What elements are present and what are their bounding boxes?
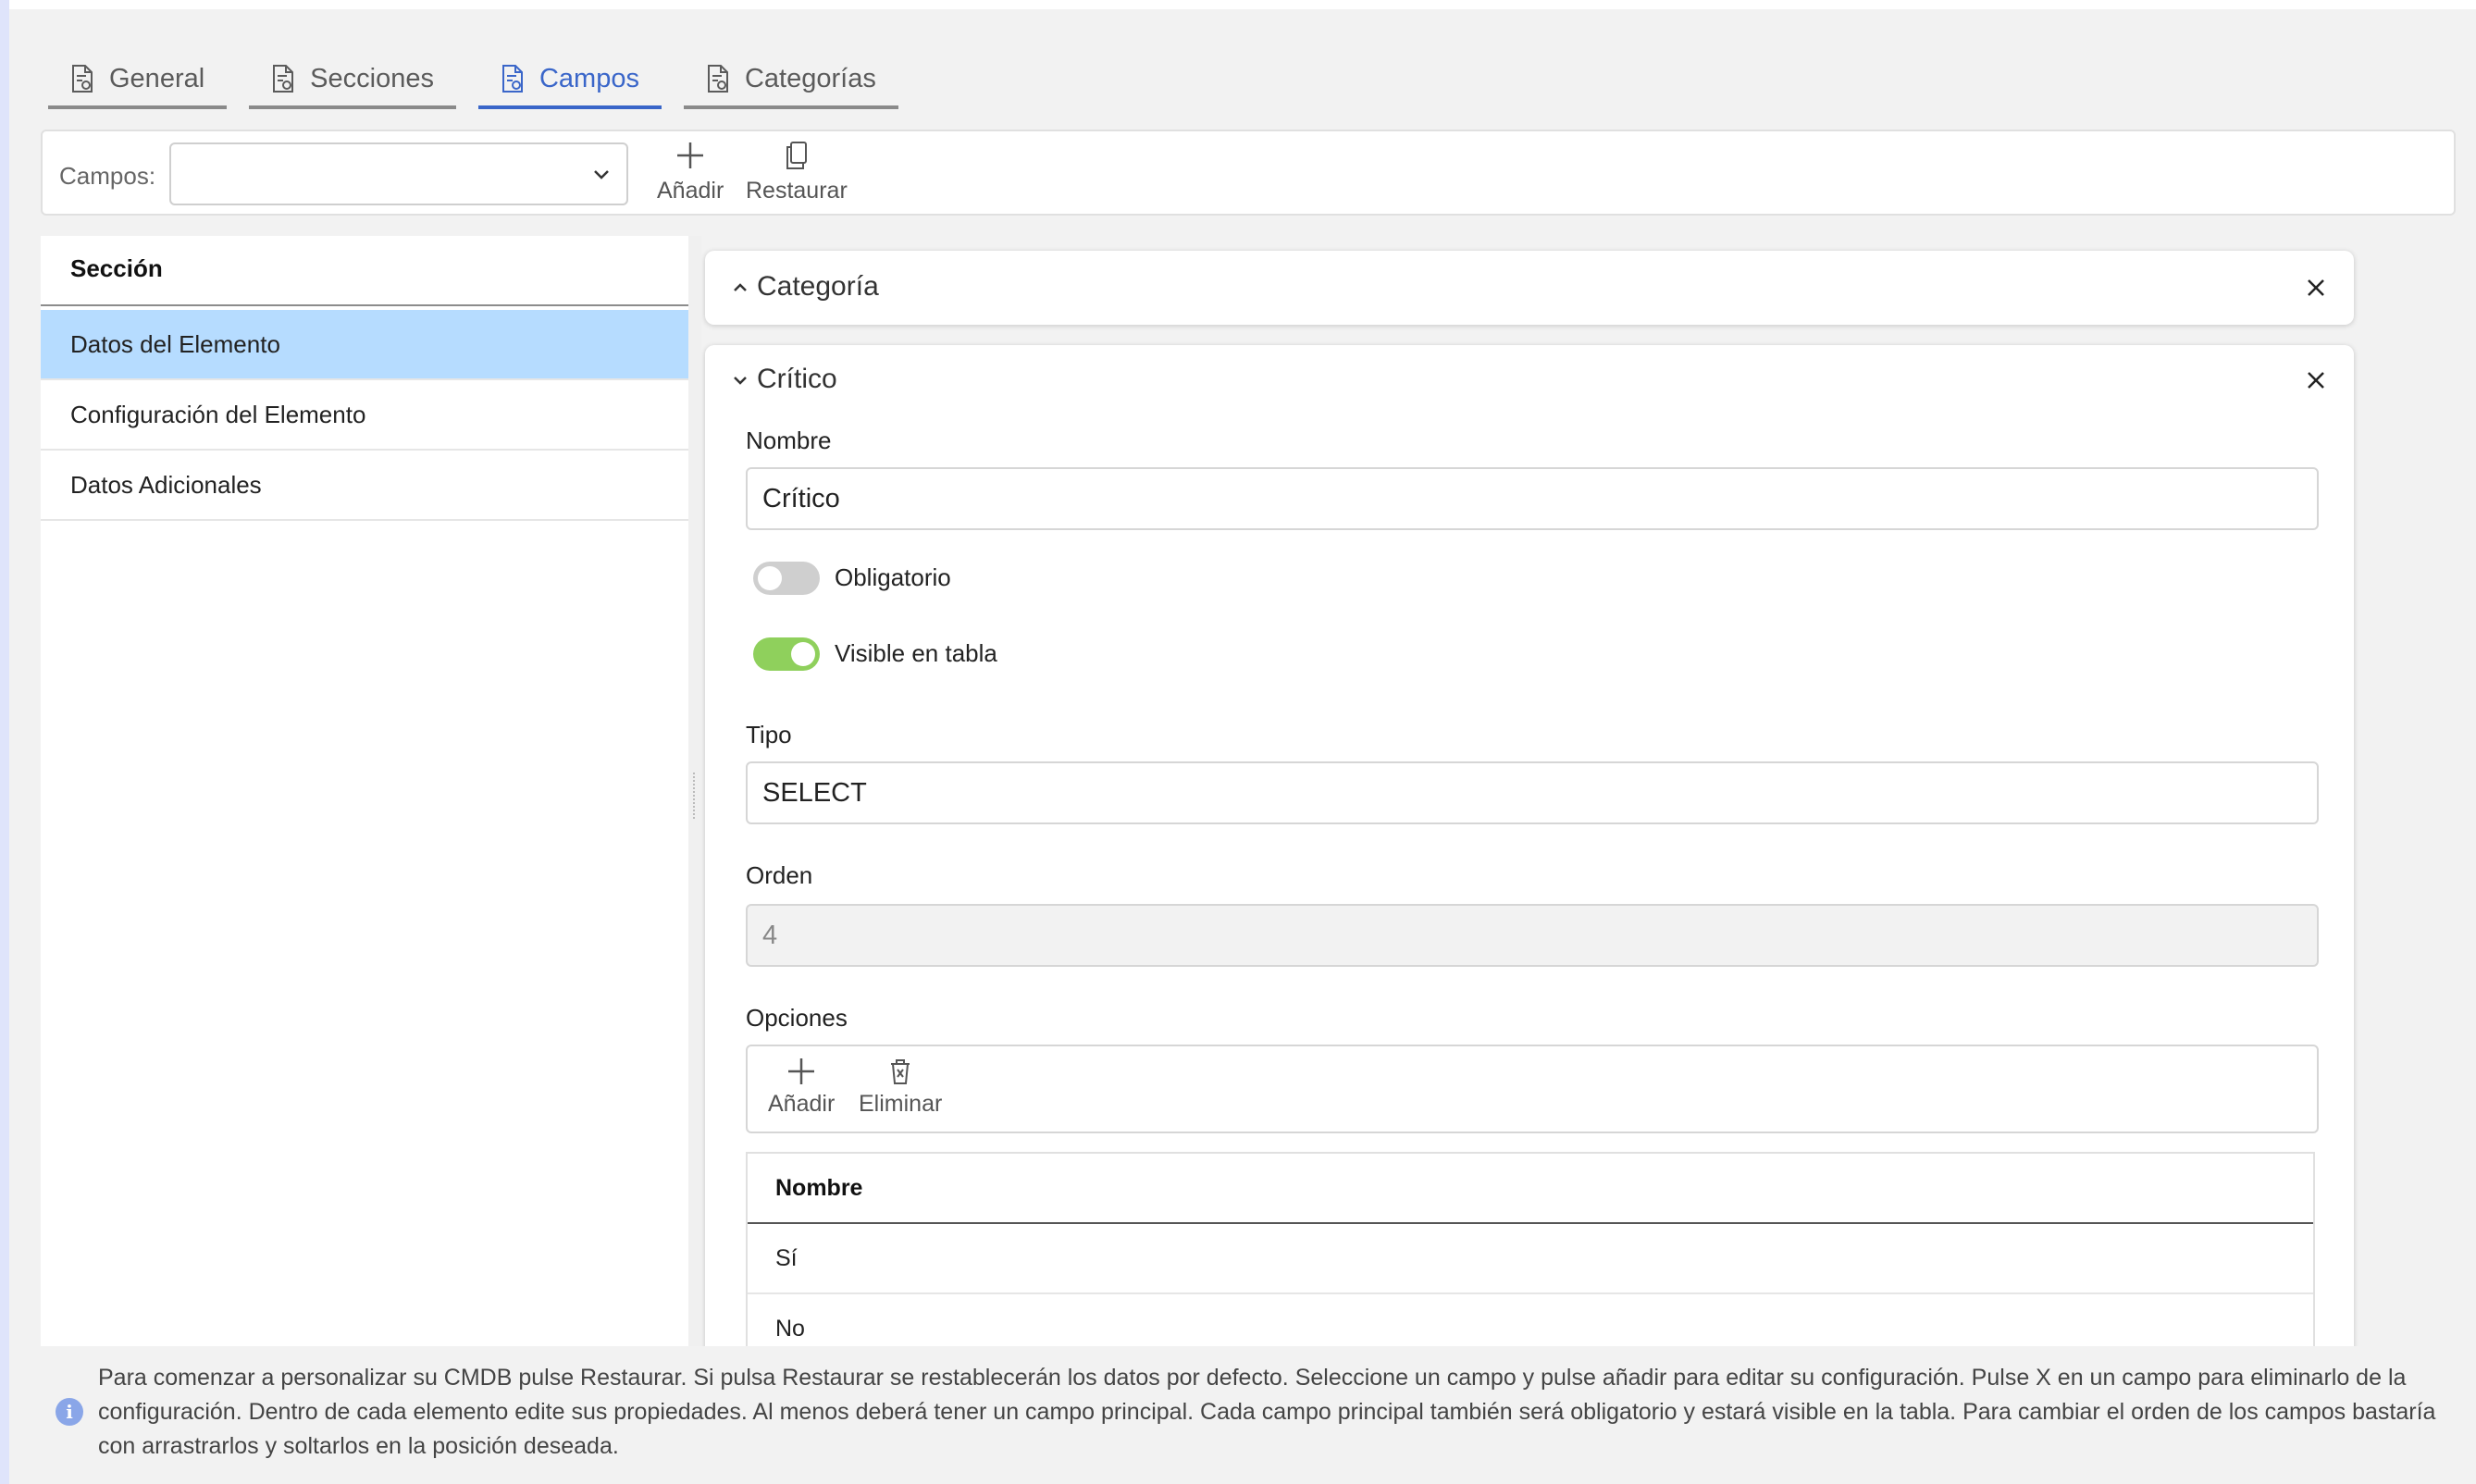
tab-label: Secciones bbox=[310, 63, 434, 93]
close-icon[interactable] bbox=[2304, 276, 2328, 300]
field-card-title[interactable]: Crítico bbox=[757, 364, 837, 395]
tipo-label: Tipo bbox=[746, 721, 792, 748]
top-strip bbox=[9, 0, 2476, 9]
campos-label: Campos: bbox=[59, 162, 156, 190]
info-text: Para comenzar a personalizar su CMDB pul… bbox=[98, 1365, 2436, 1459]
tab-label: General bbox=[109, 63, 205, 93]
nombre-input[interactable]: Crítico bbox=[746, 467, 2319, 530]
panel-splitter[interactable] bbox=[688, 236, 701, 1346]
tab-label: Categorías bbox=[744, 63, 876, 93]
obligatorio-toggle[interactable] bbox=[753, 562, 820, 595]
opciones-label: Opciones bbox=[746, 1004, 848, 1032]
document-settings-icon bbox=[271, 64, 295, 93]
tipo-input[interactable]: SELECT bbox=[746, 761, 2319, 824]
visible-en-tabla-toggle[interactable] bbox=[753, 637, 820, 671]
delete-option-label: Eliminar bbox=[859, 1091, 943, 1117]
opciones-table: Nombre Sí No bbox=[746, 1152, 2315, 1346]
info-icon: i bbox=[56, 1398, 83, 1426]
field-card-critico: Crítico Nombre Crítico Obligatorio Visib… bbox=[705, 345, 2354, 1346]
tab-general[interactable]: General bbox=[48, 52, 228, 109]
delete-option-button[interactable]: Eliminar bbox=[859, 1056, 942, 1118]
copy-icon bbox=[786, 142, 807, 169]
restore-button[interactable]: Restaurar bbox=[746, 139, 848, 204]
add-option-label: Añadir bbox=[768, 1091, 836, 1117]
trash-icon bbox=[891, 1059, 910, 1084]
restore-label: Restaurar bbox=[746, 178, 848, 204]
plus-icon bbox=[677, 142, 704, 168]
section-item-datos-adicionales[interactable]: Datos Adicionales bbox=[41, 451, 688, 521]
tab-campos[interactable]: Campos bbox=[477, 52, 662, 109]
chevron-up-icon[interactable] bbox=[729, 277, 751, 299]
toggle-knob bbox=[758, 566, 782, 590]
section-item-configuracion-del-elemento[interactable]: Configuración del Elemento bbox=[41, 380, 688, 451]
tab-label: Campos bbox=[539, 63, 639, 93]
orden-input: 4 bbox=[746, 904, 2319, 967]
nombre-label: Nombre bbox=[746, 427, 832, 454]
tab-bar: General Secciones Campos Categorías bbox=[48, 52, 898, 109]
section-list: Sección Datos del Elemento Configuración… bbox=[41, 236, 688, 1346]
field-card-title[interactable]: Categoría bbox=[757, 271, 879, 303]
field-card-categoria: Categoría bbox=[705, 251, 2354, 325]
chevron-down-icon[interactable] bbox=[729, 369, 751, 391]
orden-label: Orden bbox=[746, 861, 813, 889]
left-accent-bar bbox=[0, 0, 9, 1484]
visible-en-tabla-label: Visible en tabla bbox=[835, 639, 997, 667]
splitter-grip bbox=[693, 773, 696, 819]
section-item-datos-del-elemento[interactable]: Datos del Elemento bbox=[41, 310, 688, 380]
document-settings-icon bbox=[706, 64, 730, 93]
add-label: Añadir bbox=[657, 178, 724, 204]
section-list-header: Sección bbox=[41, 236, 688, 306]
add-field-button[interactable]: Añadir bbox=[657, 139, 724, 204]
table-header-nombre: Nombre bbox=[748, 1154, 2313, 1224]
table-row[interactable]: Sí bbox=[748, 1224, 2313, 1294]
table-row[interactable]: No bbox=[748, 1294, 2313, 1346]
field-editor-area: Categoría Crítico Nombre Crítico Obligat… bbox=[701, 236, 2367, 1346]
plus-icon bbox=[788, 1058, 815, 1084]
campos-select[interactable] bbox=[169, 142, 628, 205]
document-settings-icon bbox=[501, 64, 525, 93]
opciones-toolbar: Añadir Eliminar bbox=[746, 1045, 2319, 1133]
obligatorio-label: Obligatorio bbox=[835, 563, 951, 591]
add-option-button[interactable]: Añadir bbox=[768, 1056, 835, 1118]
tab-categorias[interactable]: Categorías bbox=[683, 52, 898, 109]
chevron-down-icon bbox=[594, 170, 609, 179]
close-icon[interactable] bbox=[2304, 368, 2328, 392]
info-bar: i Para comenzar a personalizar su CMDB p… bbox=[41, 1346, 2476, 1484]
tab-secciones[interactable]: Secciones bbox=[249, 52, 456, 109]
campos-toolbar: Campos: Añadir Restaurar bbox=[41, 130, 2456, 216]
document-settings-icon bbox=[70, 64, 94, 93]
toggle-knob bbox=[791, 642, 815, 666]
